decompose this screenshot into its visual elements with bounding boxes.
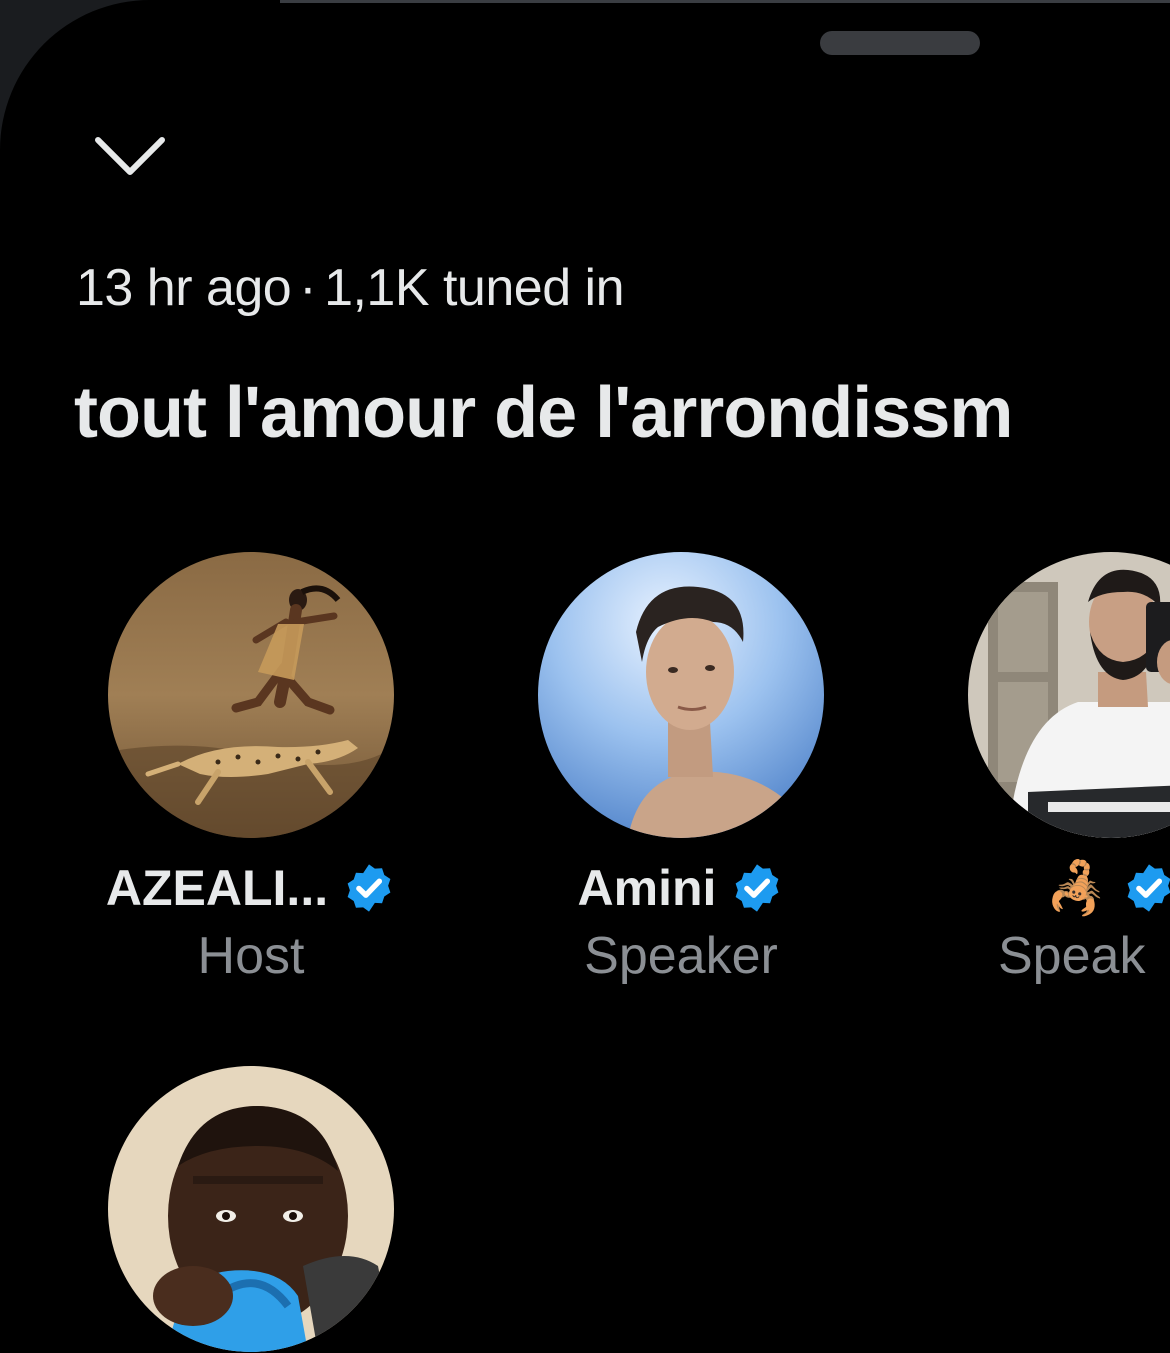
- participant-host[interactable]: AZEALI... Host: [86, 552, 416, 986]
- participant-speaker[interactable]: Amini Speaker: [516, 552, 846, 986]
- sheet-drag-handle[interactable]: [820, 31, 980, 55]
- spaces-sheet: 13 hr ago · 1,1K tuned in tout l'amour de …: [0, 0, 1170, 1353]
- participant-speaker-2[interactable]: 🦂 Speak: [946, 552, 1170, 986]
- participant-role: Host: [197, 927, 305, 985]
- avatar[interactable]: [108, 552, 394, 838]
- chevron-down-icon: [95, 137, 165, 175]
- avatar[interactable]: [108, 1066, 394, 1352]
- avatar[interactable]: [968, 552, 1170, 838]
- time-ago: 13 hr ago: [76, 259, 292, 317]
- participant-name: Amini: [577, 860, 717, 916]
- participant-name: AZEALI...: [105, 860, 329, 916]
- participant-name-row: Amini: [516, 858, 846, 918]
- avatar[interactable]: [538, 552, 824, 838]
- sheet-top-edge: [280, 0, 1170, 3]
- participant-name: 🦂: [1045, 859, 1109, 916]
- tuned-in-count: 1,1K tuned in: [324, 259, 625, 317]
- participant-role: Speak: [998, 927, 1146, 985]
- participant-name-row: 🦂: [946, 858, 1170, 918]
- participant-listener[interactable]: [86, 1066, 416, 1352]
- meta-separator: ·: [299, 259, 317, 317]
- space-title: tout l'amour de l'arrondissm: [74, 373, 1013, 453]
- space-meta: 13 hr ago · 1,1K tuned in: [76, 258, 625, 318]
- verified-badge-icon: [736, 864, 779, 912]
- verified-badge-icon: [347, 864, 391, 912]
- participant-role: Speaker: [584, 927, 778, 985]
- participant-name-row: AZEALI...: [86, 858, 416, 918]
- verified-badge-icon: [1127, 864, 1170, 912]
- collapse-button[interactable]: [88, 126, 172, 188]
